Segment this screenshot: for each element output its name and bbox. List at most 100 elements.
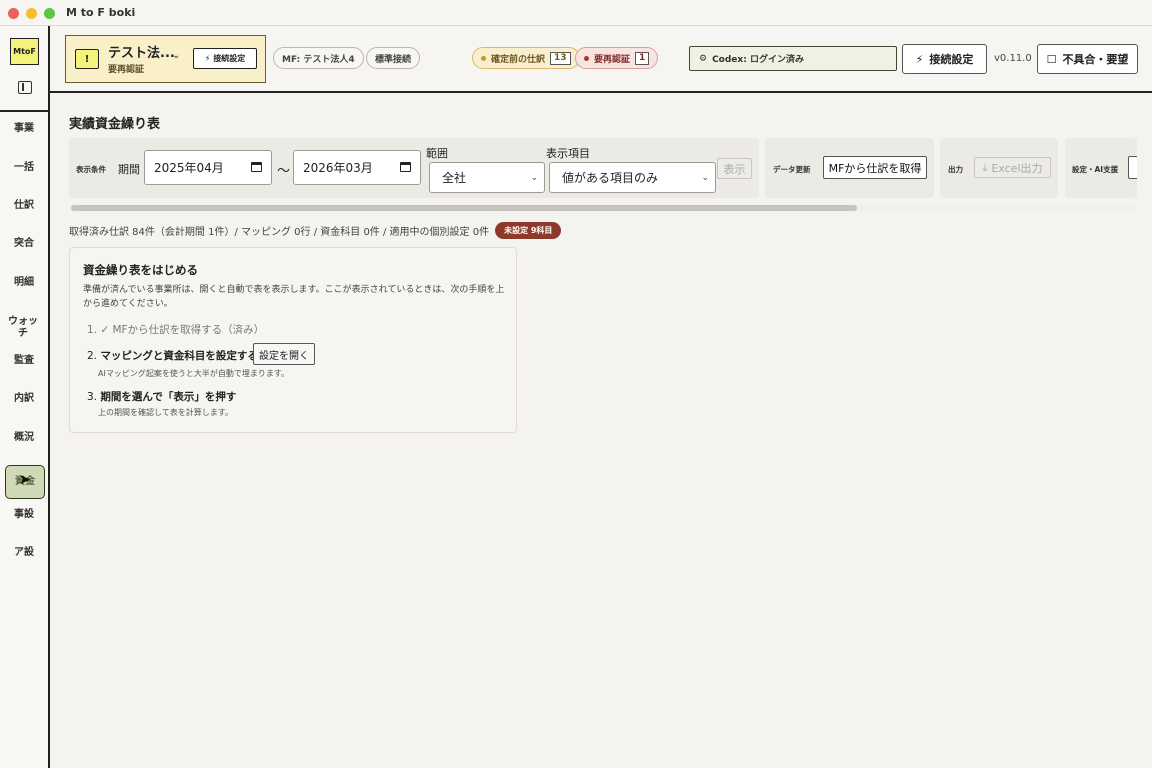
guide-step-3: 3. 期間を選んで「表示」を押す [87,389,236,404]
step-2-number: 2. [87,350,98,362]
sidebar-item-watch[interactable]: ウォッチ [0,316,46,340]
guide-step-2: 2. マッピングと資金科目を設定する [87,348,258,363]
sidebar-item-app-settings[interactable]: ア設 [0,547,48,559]
main-content: 実績資金繰り表 表示条件 期間 2025年04月 〜 2026年03月 範囲 全… [50,95,1152,768]
fetch-journal-button[interactable]: MFから仕訳を取得 [823,156,927,179]
items-select[interactable]: 値がある項目のみ ⌄ [549,162,716,193]
sidebar: MtoF 事業 一括 仕訳 突合 明細 ウォッチ 監査 内訳 概況 資金 ➤ 事… [0,26,50,768]
unconfirmed-journal-badge[interactable]: 確定前の仕訳 13 [472,47,580,69]
guide-title: 資金繰り表をはじめる [83,263,198,277]
unconfirmed-label: 確定前の仕訳 [491,54,546,65]
sidebar-item-bulk[interactable]: 一括 [0,162,48,174]
step-2-label: マッピングと資金科目を設定する [100,350,258,362]
sidebar-item-journal[interactable]: 仕訳 [0,200,48,212]
sidebar-item-reconcile[interactable]: 突合 [0,238,48,250]
guide-step-2-hint: AIマッピング起案を使うと大半が自動で埋まります。 [98,369,290,378]
unset-accounts-badge[interactable]: 未設定 9科目 [495,222,562,239]
plug-icon: ⚡ [204,54,211,63]
codex-status-label: Codex: ログイン済み [712,55,804,65]
scrollbar-thumb[interactable] [71,205,857,211]
speech-bubble-icon: ☐ [1046,52,1057,66]
excel-output-label: Excel出力 [991,161,1043,175]
settings-ai-label: 設定・AI支援 [1072,165,1119,174]
sidebar-item-audit[interactable]: 監査 [0,355,48,367]
guide-description: 準備が済んでいる事業所は、開くと自動で表を表示します。ここが表示されているときは… [83,285,505,309]
shield-icon: ! [75,49,99,69]
company-connect-label: 接続設定 [213,54,246,63]
mf-account-pill: MF: テスト法人4 [273,47,364,69]
reauth-count: 1 [635,51,650,65]
plug-icon: ⚡ [915,52,924,66]
feedback-button[interactable]: ☐ 不具合・要望 [1037,44,1138,74]
codex-status[interactable]: ⚙ Codex: ログイン済み [689,46,897,71]
unconfirmed-count: 13 [550,51,571,65]
stats-line: 取得済み仕訳 84件（会計期間 1件）/ マッピング 0行 / 資金科目 0件 … [69,222,562,239]
settings-ai-button[interactable] [1128,156,1137,179]
period-end-input[interactable]: 2026年03月 [293,150,421,185]
period-start-input[interactable]: 2025年04月 [144,150,272,185]
feedback-label: 不具合・要望 [1062,53,1129,66]
range-select[interactable]: 全社 ⌄ [429,162,545,193]
stats-text: 取得済み仕訳 84件（会計期間 1件）/ マッピング 0行 / 資金科目 0件 … [69,227,490,238]
close-window-button[interactable] [8,8,19,19]
sidebar-item-overview[interactable]: 概況 [0,432,48,444]
output-label: 出力 [948,165,963,174]
sidebar-item-cashflow[interactable]: 資金 ➤ [5,465,45,499]
company-selector[interactable]: ! テスト法... 要再認証 ⌄ ⚡ 接続設定 [65,35,266,83]
display-conditions-group: 表示条件 期間 2025年04月 〜 2026年03月 範囲 全社 ⌄ 表示項目… [69,138,759,198]
status-dot-icon [481,55,486,61]
chevron-down-icon: ⌄ [530,173,538,183]
sidebar-item-business[interactable]: 事業 [0,123,48,135]
items-value: 値がある項目のみ [562,171,659,185]
company-status: 要再認証 [108,65,145,75]
window-titlebar: M to F boki [0,0,1152,26]
range-label: 範囲 [426,147,448,160]
mouse-cursor-icon: ➤ [19,472,31,488]
guide-step-3-hint: 上の期間を確認して表を計算します。 [98,408,233,417]
getting-started-card: 資金繰り表をはじめる 準備が済んでいる事業所は、開くと自動で表を表示します。ここ… [69,247,517,433]
minimize-window-button[interactable] [26,8,37,19]
reauth-badge[interactable]: 要再認証 1 [575,47,659,69]
app-version: v0.11.0 [994,53,1032,64]
data-update-label: データ更新 [773,165,811,174]
step-3-label: 期間を選んで「表示」を押す [100,391,237,403]
standard-connection-pill: 標準接続 [366,47,421,69]
range-value: 全社 [442,171,467,185]
chevron-down-icon: ⌄ [701,173,709,183]
display-conditions-label: 表示条件 [76,165,106,174]
items-label: 表示項目 [546,147,590,160]
header: ! テスト法... 要再認証 ⌄ ⚡ 接続設定 MF: テスト法人4 標準接続 … [50,26,1152,93]
zoom-window-button[interactable] [44,8,55,19]
sidebar-divider [0,110,48,112]
chevron-down-icon[interactable]: ⌄ [172,50,180,61]
sidebar-toggle-icon[interactable] [18,81,32,94]
calendar-icon[interactable] [251,162,262,172]
step-3-number: 3. [87,391,98,403]
app-logo[interactable]: MtoF [10,38,39,65]
period-tilde: 〜 [277,164,291,179]
company-name: テスト法... [108,46,175,61]
connection-settings-button[interactable]: ⚡ 接続設定 [902,44,987,74]
data-update-group: データ更新 MFから仕訳を取得 [765,138,934,198]
page-title: 実績資金繰り表 [69,117,161,132]
period-start-value: 2025年04月 [154,161,224,175]
download-icon: ⤓ [982,160,988,174]
sidebar-item-details[interactable]: 明細 [0,277,48,289]
horizontal-scrollbar[interactable] [69,204,1136,212]
chip-icon: ⚙ [699,53,708,64]
sidebar-item-breakdown[interactable]: 内訳 [0,393,48,405]
calendar-icon[interactable] [400,162,411,172]
open-settings-button[interactable]: 設定を開く [253,343,315,365]
connection-settings-label: 接続設定 [929,53,974,66]
window-title: M to F boki [66,6,136,19]
period-end-value: 2026年03月 [303,161,373,175]
show-button[interactable]: 表示 [717,158,752,179]
output-group: 出力 ⤓ Excel出力 [940,138,1058,198]
company-connect-button[interactable]: ⚡ 接続設定 [193,48,257,69]
guide-step-1: 1. ✓ MFから仕訳を取得する（済み） [87,324,265,336]
status-dot-icon [584,55,589,61]
settings-ai-group: 設定・AI支援 [1065,138,1137,198]
reauth-label: 要再認証 [594,54,631,65]
sidebar-item-business-settings[interactable]: 事設 [0,509,48,521]
excel-output-button[interactable]: ⤓ Excel出力 [974,157,1051,178]
